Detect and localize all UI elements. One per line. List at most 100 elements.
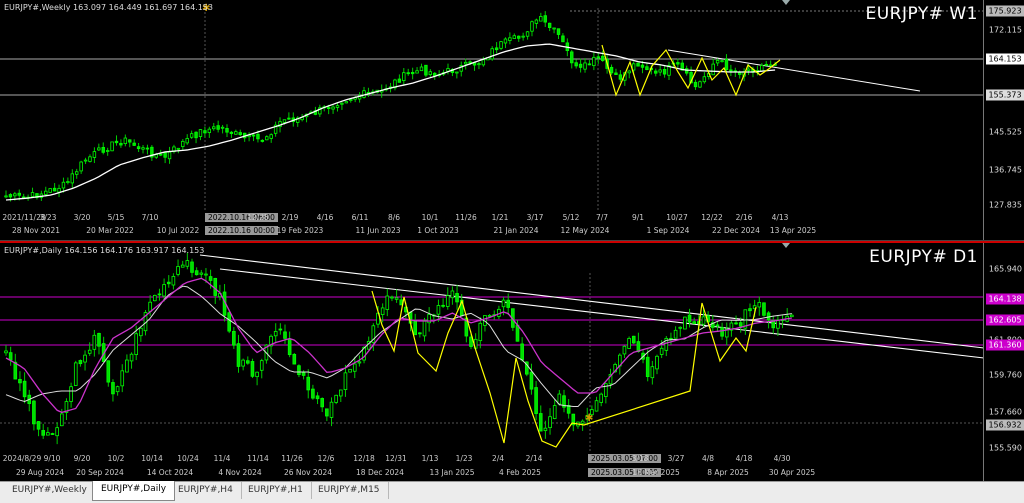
time-tick-label: 10/27 xyxy=(666,213,688,222)
daily-candle xyxy=(92,334,97,350)
weekly-candle xyxy=(269,134,273,139)
daily-candle xyxy=(241,359,245,367)
weekly-candle xyxy=(574,62,578,67)
daily-candle xyxy=(320,398,324,408)
weekly-candle xyxy=(654,70,658,74)
weekly-candle xyxy=(481,59,486,66)
daily-candle xyxy=(687,314,692,323)
weekly-candle xyxy=(185,138,189,144)
daily-candle xyxy=(790,314,794,318)
daily-candle xyxy=(650,366,655,379)
tab-eurjpy-daily[interactable]: EURJPY#,Daily xyxy=(92,481,176,501)
daily-candle xyxy=(538,413,543,432)
daily-candle xyxy=(36,421,41,430)
weekly-candle xyxy=(132,142,136,146)
weekly-candle xyxy=(517,35,521,39)
weekly-candle xyxy=(335,105,340,108)
crosshair-marker: ✱ xyxy=(585,413,593,424)
daily-candle xyxy=(176,266,180,275)
time-tick-label: 11/14 xyxy=(247,454,269,463)
weekly-candle xyxy=(764,63,768,66)
weekly-candle xyxy=(70,173,74,184)
daily-candle xyxy=(315,395,320,400)
weekly-candle xyxy=(4,195,8,198)
time-tick-label: 3/27 xyxy=(667,454,685,463)
price-tick-label: 145.525 xyxy=(988,127,1022,137)
time-tick-label: 10/14 xyxy=(141,454,163,463)
price-level-badge: 164.153 xyxy=(986,53,1024,65)
weekly-candle xyxy=(662,68,667,75)
chart-shift-marker[interactable] xyxy=(782,243,790,248)
daily-candle xyxy=(232,330,236,346)
weekly-candle xyxy=(256,133,260,140)
daily-info-line: EURJPY#,Daily 164.156 164.176 163.917 16… xyxy=(4,246,205,255)
time-axis-date: 13 Jan 2025 xyxy=(429,468,475,477)
weekly-candle xyxy=(720,60,724,63)
time-tick-label: 8/6 xyxy=(387,213,401,222)
weekly-candle xyxy=(618,74,623,80)
weekly-candle xyxy=(587,63,592,66)
daily-candle xyxy=(162,284,166,297)
daily-candle xyxy=(129,353,134,362)
weekly-candle xyxy=(658,69,662,73)
tab-eurjpy-m15[interactable]: EURJPY#,M15 xyxy=(310,482,389,499)
weekly-candle xyxy=(698,81,702,88)
weekly-candle xyxy=(97,147,101,151)
tab-eurjpy-weekly[interactable]: EURJPY#,Weekly xyxy=(4,482,96,499)
weekly-chart-canvas[interactable]: ✱ xyxy=(0,0,984,240)
chart-shift-marker[interactable] xyxy=(782,0,790,5)
weekly-candle xyxy=(521,35,525,38)
moving-average-fast xyxy=(5,285,792,408)
weekly-candle xyxy=(463,61,468,65)
daily-candle xyxy=(348,368,352,373)
tab-eurjpy-h4[interactable]: EURJPY#,H4 xyxy=(170,482,242,499)
weekly-candle xyxy=(212,126,216,130)
weekly-candle xyxy=(645,66,649,71)
weekly-candle xyxy=(552,27,556,30)
weekly-chart-pane[interactable]: ✱ EURJPY#,Weekly 163.097 164.449 161.697… xyxy=(0,0,1024,241)
time-axis-date: 20 Sep 2024 xyxy=(76,468,124,477)
weekly-price-axis[interactable]: 172.115163.745145.525136.745127.835175.9… xyxy=(983,0,1024,240)
daily-candle xyxy=(208,276,213,281)
daily-candle xyxy=(552,405,557,419)
weekly-candle xyxy=(702,76,707,83)
daily-candle xyxy=(13,361,18,380)
weekly-candle xyxy=(578,63,583,68)
weekly-candle xyxy=(331,106,335,110)
weekly-candle xyxy=(158,153,163,156)
tab-eurjpy-h1[interactable]: EURJPY#,H1 xyxy=(240,482,312,499)
daily-candle xyxy=(287,338,292,356)
time-tick-label: 11/26 xyxy=(455,213,477,222)
price-level-badge: 156.932 xyxy=(986,419,1024,431)
daily-candle xyxy=(199,272,204,275)
daily-chart-canvas[interactable]: ✱ xyxy=(0,243,984,481)
time-tick-label: 4/18 xyxy=(735,454,753,463)
daily-candle xyxy=(669,337,673,340)
weekly-candle xyxy=(75,171,79,175)
weekly-candle xyxy=(397,78,402,83)
weekly-candle xyxy=(419,66,424,72)
daily-candle xyxy=(762,302,766,316)
weekly-candle xyxy=(207,128,212,133)
daily-candle xyxy=(157,293,162,296)
daily-chart-pane[interactable]: ✱ EURJPY#,Daily 164.156 164.176 163.917 … xyxy=(0,241,1024,481)
daily-candle xyxy=(259,360,264,371)
weekly-candle xyxy=(119,142,123,146)
daily-price-axis[interactable]: 165.940161.800159.760157.660155.590164.1… xyxy=(983,243,1024,481)
weekly-candle xyxy=(136,146,141,150)
weekly-candle xyxy=(570,51,574,64)
weekly-candle xyxy=(614,72,618,75)
weekly-candle xyxy=(13,193,17,197)
weekly-candle xyxy=(556,28,561,35)
daily-candle xyxy=(283,331,287,339)
daily-candle xyxy=(236,343,241,367)
weekly-candle xyxy=(561,35,565,43)
daily-candle xyxy=(4,350,8,354)
daily-candle xyxy=(343,372,348,390)
daily-candle xyxy=(50,433,55,435)
time-tick-label: 2/14 xyxy=(525,454,543,463)
weekly-candle xyxy=(8,194,13,198)
daily-candle xyxy=(655,355,659,370)
daily-candle xyxy=(78,360,83,365)
chart-tabs-bar: EURJPY#,Weekly EURJPY#,Daily EURJPY#,H4 … xyxy=(0,481,1024,503)
